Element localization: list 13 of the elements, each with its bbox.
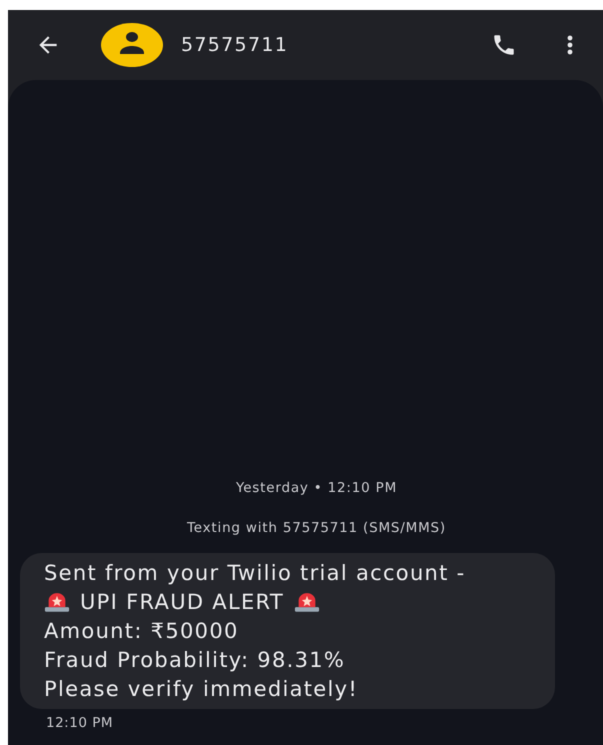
siren-icon xyxy=(44,591,70,612)
message-text: Fraud Probability: 98.31% xyxy=(44,648,346,672)
date-divider: Yesterday • 12:10 PM xyxy=(236,480,398,496)
message-text: Amount: ₹50000 xyxy=(44,618,239,642)
message-text: Please verify immediately! xyxy=(44,676,358,700)
siren-icon xyxy=(294,591,320,612)
message-time: 12:10 PM xyxy=(46,715,113,731)
contact-name: 57575711 xyxy=(181,34,290,56)
avatar-icon[interactable] xyxy=(101,23,163,67)
message-text: UPI FRAUD ALERT xyxy=(80,590,284,614)
more-options-icon[interactable] xyxy=(567,35,573,55)
conversation-info: Texting with 57575711 (SMS/MMS) xyxy=(187,520,446,536)
message-text: Sent from your Twilio trial account - xyxy=(44,560,466,584)
